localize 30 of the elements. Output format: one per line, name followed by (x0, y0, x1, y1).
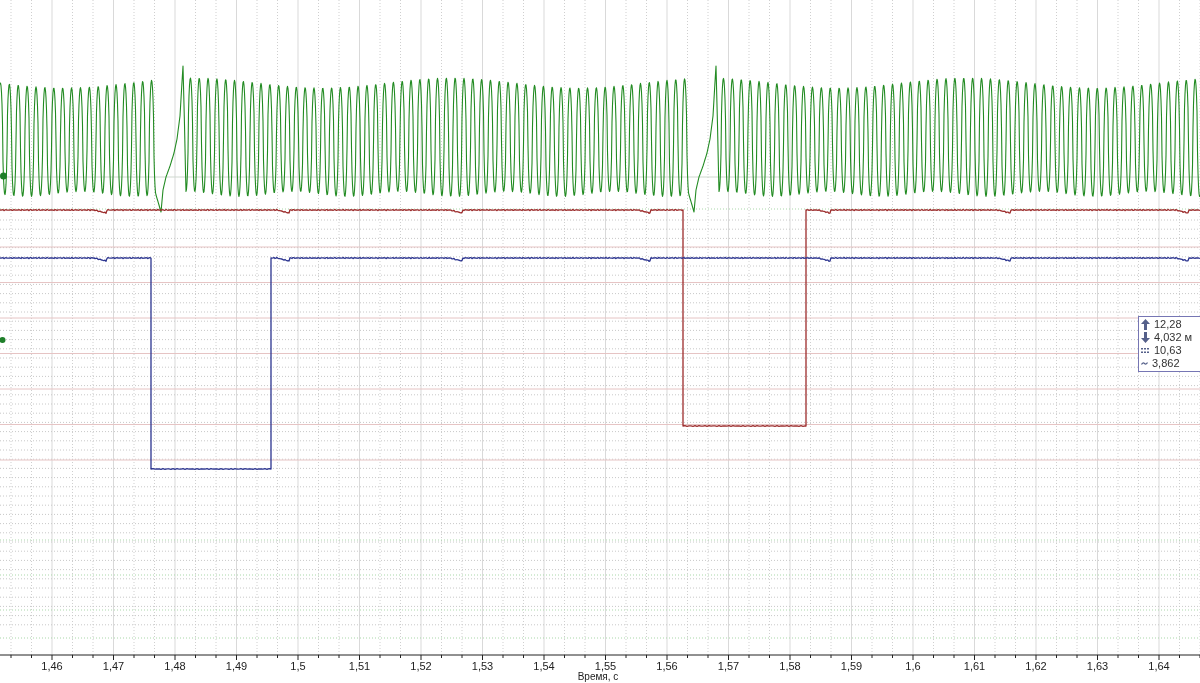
axis-tick-label: 1,61 (963, 660, 986, 672)
axis-tick-label: 1,64 (1148, 660, 1170, 672)
axis-tick-label: 1,57 (717, 660, 740, 672)
axis-tick-label: 1,5 (290, 660, 306, 672)
axis-tick-label: 1,62 (1025, 660, 1047, 672)
axis-tick-label: 1,48 (164, 660, 186, 672)
axis-tick-label: 1,59 (840, 660, 863, 672)
marker-icon (0, 172, 7, 180)
axis-tick-label: 1,63 (1086, 660, 1109, 672)
axis-tick-label: 1,53 (471, 660, 494, 672)
measurement-value: 12,28 (1154, 318, 1182, 331)
axis-tick-label: 1,54 (533, 660, 555, 672)
axis-tick-label: 1,46 (41, 660, 63, 672)
axis-tick-label: 1,51 (348, 660, 371, 672)
dashed-lines-icon (1141, 348, 1150, 353)
down-arrow-icon (1141, 332, 1150, 343)
axis-title: Время, с (577, 671, 619, 682)
axis-tick-label: 1,55 (594, 660, 617, 672)
marker-icon (0, 337, 6, 343)
axis-tick-label: 1,56 (656, 660, 678, 672)
up-arrow-icon (1141, 319, 1150, 330)
axis-tick-label: 1,47 (102, 660, 125, 672)
axis-tick-label: 1,49 (225, 660, 248, 672)
axis-tick-label: 1,52 (410, 660, 432, 672)
measurement-value: 10,63 (1154, 344, 1182, 357)
measurement-value: 4,032 м (1154, 331, 1193, 344)
tilde-icon (1141, 362, 1148, 365)
measurement-value: 3,862 (1152, 357, 1180, 370)
axis-tick-label: 1,58 (779, 660, 801, 672)
axis-tick-label: 1,6 (905, 660, 921, 672)
